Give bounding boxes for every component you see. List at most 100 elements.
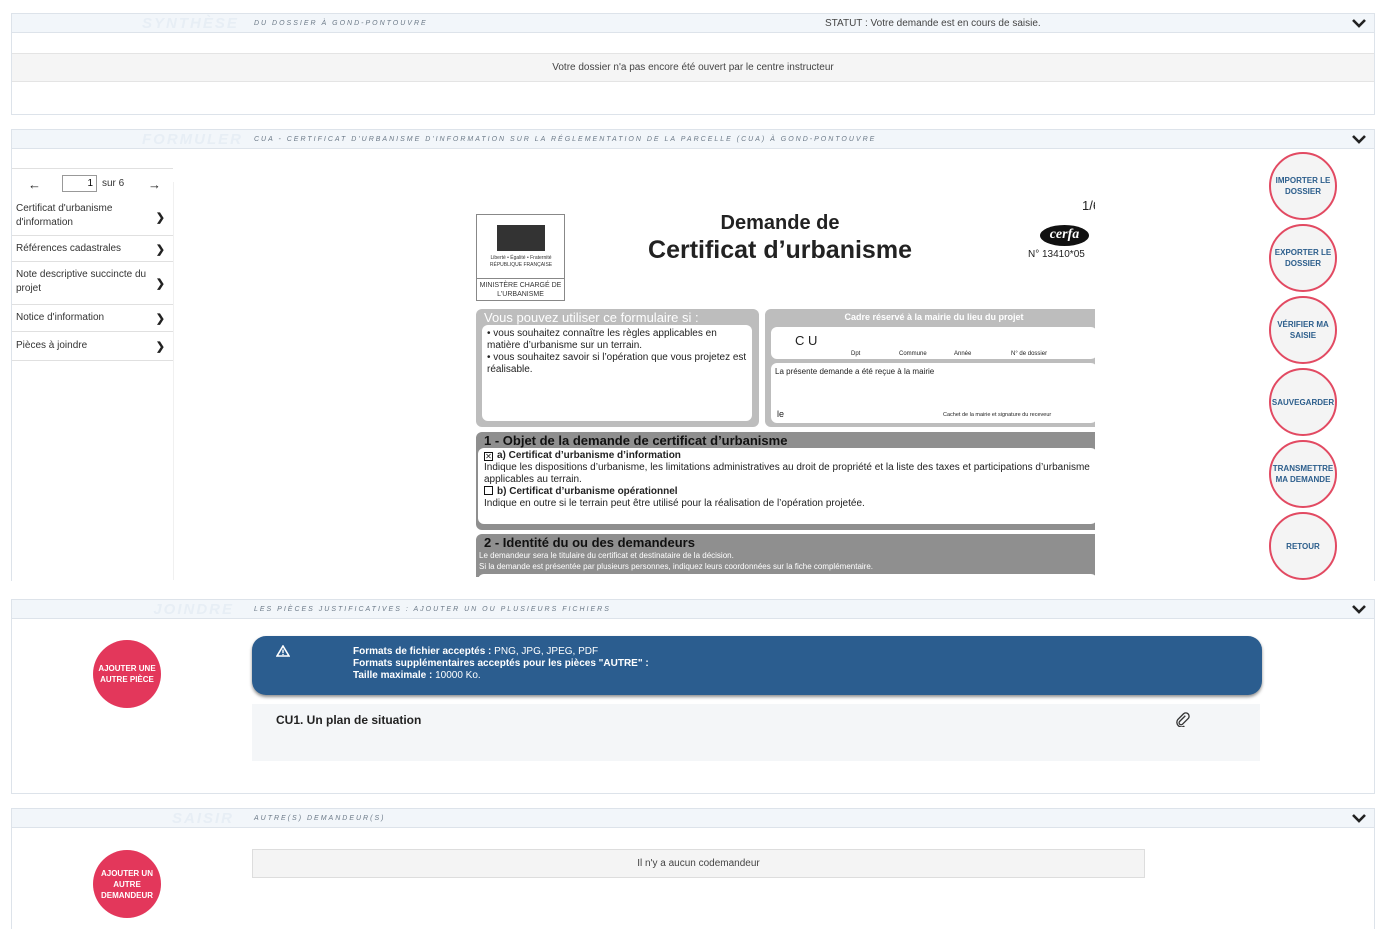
cu-annee: Année [954, 351, 972, 357]
piece-item: CU1. Un plan de situation [252, 704, 1260, 761]
sidebar-item-pieces-a-joindre[interactable]: Pièces à joindre ❯ [12, 332, 173, 361]
cerfa-number: N° 13410*05 [1028, 249, 1085, 260]
formuler-header[interactable]: FORMULER CUA - CERTIFICAT D'URBANISME D'… [12, 130, 1374, 149]
section-1-content: ✕ a) Certificat d’urbanisme d’information… [478, 448, 1095, 524]
option-b-label: b) Certificat d’urbanisme opérationnel [497, 486, 678, 497]
ministry-label: MINISTÈRE CHARGÉ DE L'URBANISME [477, 278, 564, 300]
marianne-logo: Liberté • Égalité • Fraternité RÉPUBLIQUE… [476, 214, 565, 301]
synthese-header[interactable]: SYNTHÈSE DU DOSSIER À GOND-PONTOUVRE STA… [12, 14, 1374, 33]
chevron-right-icon: ❯ [155, 243, 165, 256]
republic-motto: Liberté • Égalité • Fraternité [490, 255, 552, 261]
sidebar-item-references-cadastrales[interactable]: Références cadastrales ❯ [12, 236, 173, 262]
import-dossier-button[interactable]: IMPORTER LE DOSSIER [1269, 152, 1337, 220]
receipt-text: La présente demande a été reçue à la mai… [775, 367, 935, 376]
section-subtitle: DU DOSSIER À GOND-PONTOUVRE [254, 20, 428, 27]
checkbox-icon[interactable] [484, 486, 493, 495]
section-1-title: 1 - Objet de la demande de certificat d’… [484, 433, 788, 448]
section-2-box: 2 - Identité du ou des demandeurs Le dem… [476, 534, 1095, 577]
piece-title: CU1. Un plan de situation [276, 713, 422, 727]
arrow-right-icon[interactable]: → [148, 177, 161, 192]
section-2-content [478, 574, 1095, 577]
sidebar-scrollbar[interactable] [173, 182, 174, 580]
sidebar-item-label: Références cadastrales [16, 243, 122, 254]
add-applicant-button[interactable]: AJOUTER UN AUTRE DEMANDEUR [93, 850, 161, 918]
form-title-line1: Demande de [720, 212, 840, 234]
sidebar-item-certificat[interactable]: Certificat d'urbanisme d'information ❯ [12, 198, 173, 236]
section-label: SYNTHÈSE [142, 15, 239, 32]
extra-formats-label: Formats supplémentaires acceptés pour le… [353, 658, 649, 669]
sidebar-item-note-descriptive[interactable]: Note descriptive succincte du projet ❯ [12, 262, 173, 305]
chevron-down-icon[interactable] [1352, 133, 1366, 145]
chevron-right-icon: ❯ [155, 341, 165, 353]
paperclip-icon[interactable] [1175, 712, 1190, 727]
sidebar-item-label: Note descriptive succincte du projet [16, 269, 147, 294]
warning-icon [276, 645, 290, 657]
form-title-line2: Certificat d’urbanisme [648, 236, 912, 264]
form-page-number: 1/6 [1082, 198, 1095, 213]
chevron-down-icon[interactable] [1352, 603, 1366, 615]
chevron-down-icon[interactable] [1352, 812, 1366, 824]
section-1-box: 1 - Objet de la demande de certificat d’… [476, 432, 1095, 530]
checkbox-checked-icon[interactable]: ✕ [484, 452, 493, 461]
sidebar-item-label: Pièces à joindre [16, 340, 88, 351]
receipt-box: La présente demande a été reçue à la mai… [771, 363, 1095, 423]
marianne-icon [497, 225, 545, 251]
cu-label: C U [795, 333, 818, 348]
section-label: FORMULER [142, 131, 243, 148]
cerfa-form-view[interactable]: 1/6 Liberté • Égalité • FraternitéRÉPUBL… [462, 184, 1095, 577]
submit-request-button[interactable]: TRANSMETTRE MA DEMANDE [1269, 440, 1337, 508]
section-subtitle: AUTRE(S) DEMANDEUR(S) [254, 815, 386, 822]
formuler-panel: FORMULER CUA - CERTIFICAT D'URBANISME D'… [11, 129, 1375, 581]
option-a-description: Indique les dispositions d’urbanisme, le… [484, 462, 1090, 485]
arrow-left-icon[interactable]: ← [28, 177, 41, 192]
mairie-box: Cadre réservé à la mairie du lieu du pro… [765, 309, 1095, 427]
saisir-header[interactable]: SAISIR AUTRE(S) DEMANDEUR(S) [12, 809, 1374, 828]
verify-input-button[interactable]: VÉRIFIER MA SAISIE [1269, 296, 1337, 364]
chevron-right-icon: ❯ [155, 278, 165, 290]
max-size-label: Taille maximale : [353, 670, 433, 681]
sidebar-item-notice-information[interactable]: Notice d'information ❯ [12, 305, 173, 332]
usage-title: Vous pouvez utiliser ce formulaire si : [484, 310, 699, 325]
save-button[interactable]: SAUVEGARDER [1269, 368, 1337, 436]
return-button[interactable]: RETOUR [1269, 512, 1337, 580]
republic-name: RÉPUBLIQUE FRANÇAISE [489, 262, 553, 268]
usage-box: Vous pouvez utiliser ce formulaire si : … [476, 309, 759, 427]
dossier-status-message: Votre dossier n'a pas encore été ouvert … [12, 53, 1374, 82]
page-total: sur 6 [102, 178, 125, 189]
option-a-label: a) Certificat d’urbanisme d’information [497, 450, 681, 461]
add-piece-button[interactable]: AJOUTER UNE AUTRE PIÈCE [93, 640, 161, 708]
status-text: STATUT : Votre demande est en cours de s… [825, 18, 1041, 29]
usage-line-2: • vous souhaitez savoir si l’opération q… [487, 352, 747, 375]
saisir-panel: SAISIR AUTRE(S) DEMANDEUR(S) AJOUTER UN … [11, 808, 1375, 929]
section-label: SAISIR [171, 810, 234, 827]
section-2-line-1: Le demandeur sera le titulaire du certif… [479, 551, 734, 560]
cerfa-logo: cerfa [1040, 225, 1089, 246]
usage-content: • vous souhaitez connaître les règles ap… [482, 325, 752, 421]
joindre-header[interactable]: JOINDRE LES PIÈCES JUSTIFICATIVES : AJOU… [12, 600, 1374, 619]
section-2-title: 2 - Identité du ou des demandeurs [484, 535, 695, 550]
page-number-input[interactable] [62, 175, 97, 192]
section-2-line-2: Si la demande est présentée par plusieur… [479, 562, 874, 571]
chevron-down-icon[interactable] [1352, 17, 1366, 29]
sidebar-item-label: Certificat d'urbanisme d'information [16, 203, 113, 228]
formats-value: PNG, JPG, JPEG, PDF [494, 646, 599, 657]
chevron-right-icon: ❯ [155, 313, 165, 325]
cu-dpt: Dpt [851, 351, 861, 357]
max-size-value: 10000 Ko. [435, 670, 481, 681]
option-b-description: Indique en outre si le terrain peut être… [484, 498, 865, 509]
cu-commune: Commune [899, 351, 927, 357]
formats-label: Formats de fichier acceptés : [353, 646, 492, 657]
form-sidebar: Certificat d'urbanisme d'information ❯ Ré… [12, 198, 173, 361]
no-coapplicant-message: Il n'y a aucun codemandeur [252, 849, 1145, 878]
chevron-right-icon: ❯ [155, 211, 165, 224]
section-subtitle: LES PIÈCES JUSTIFICATIVES : AJOUTER UN O… [254, 606, 611, 613]
sidebar-item-label: Notice d'information [16, 312, 105, 323]
page-navigator: ← sur 6 → [12, 168, 173, 198]
cu-number-box: C U Dpt Commune Année N° de dossier [771, 327, 1095, 359]
section-subtitle: CUA - CERTIFICAT D'URBANISME D'INFORMATI… [254, 136, 877, 143]
synthese-panel: SYNTHÈSE DU DOSSIER À GOND-PONTOUVRE STA… [11, 13, 1375, 115]
section-label: JOINDRE [153, 601, 234, 618]
receipt-le: le [777, 409, 785, 419]
usage-line-1: • vous souhaitez connaître les règles ap… [487, 328, 717, 351]
export-dossier-button[interactable]: EXPORTER LE DOSSIER [1269, 224, 1337, 292]
